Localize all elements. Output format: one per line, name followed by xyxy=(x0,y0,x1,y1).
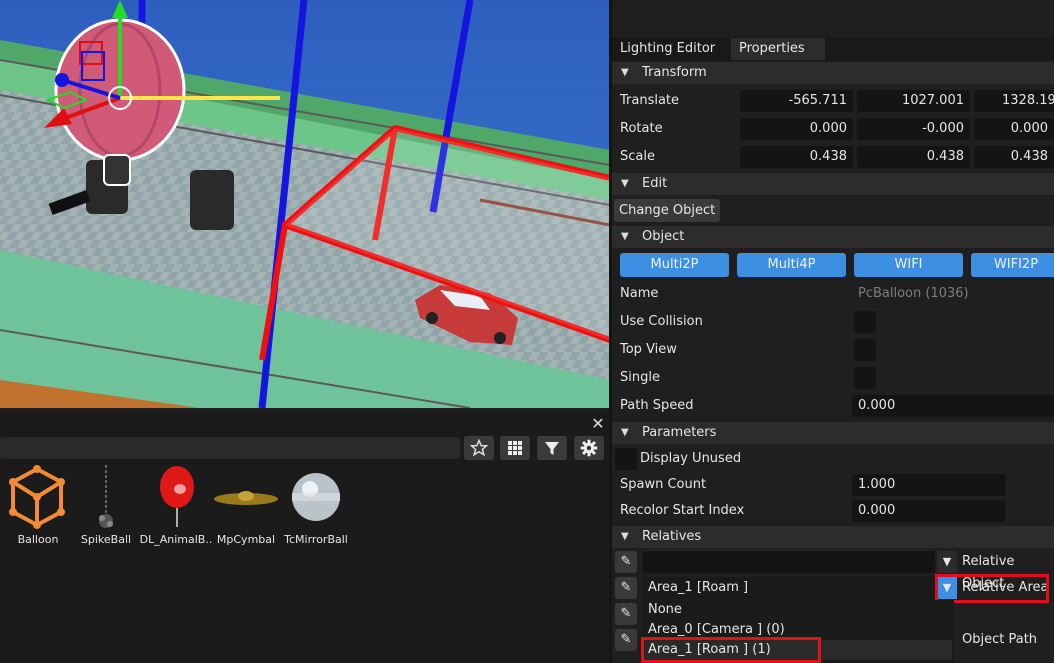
collapse-triangle-icon: ▼ xyxy=(621,427,629,438)
asset-item-cymbal[interactable]: MpCymbal xyxy=(208,465,284,551)
asset-item-spikeball[interactable]: SpikeBall xyxy=(68,465,144,551)
eyedropper-icon[interactable]: ✎ xyxy=(615,551,637,573)
filter-icon xyxy=(545,442,559,455)
scale-z-field[interactable]: 0.438 xyxy=(974,146,1054,168)
highlight-box-relative-area xyxy=(935,574,1049,603)
path-speed-label: Path Speed xyxy=(620,398,694,413)
eyedropper-icon[interactable]: ✎ xyxy=(615,577,637,599)
collapse-triangle-icon: ▼ xyxy=(621,178,629,189)
asset-label: DL_AnimalB.. xyxy=(139,533,213,546)
translate-label: Translate xyxy=(620,93,680,108)
tab-properties[interactable]: Properties xyxy=(731,38,825,60)
collapse-triangle-icon: ▼ xyxy=(621,531,629,542)
single-checkbox[interactable] xyxy=(854,367,876,389)
spawn-count-field[interactable]: 1.000 xyxy=(852,474,1006,496)
relative-object-label: Relative Object xyxy=(962,554,1015,591)
settings-button[interactable] xyxy=(574,436,604,460)
display-unused-checkbox[interactable] xyxy=(615,448,637,470)
asset-item-mirrorball[interactable]: TcMirrorBall xyxy=(278,465,354,551)
use-collision-label: Use Collision xyxy=(620,314,703,329)
red-balloon-icon xyxy=(160,466,194,527)
gear-icon xyxy=(580,439,598,457)
section-parameters[interactable]: ▼ Parameters xyxy=(612,422,1054,444)
asset-label: MpCymbal xyxy=(216,533,276,546)
cube-icon xyxy=(9,465,65,529)
dropdown-option-none[interactable]: None xyxy=(642,600,952,620)
spawn-count-label: Spawn Count xyxy=(620,477,707,492)
asset-search-input[interactable] xyxy=(0,437,460,459)
wifi-button[interactable]: WIFI xyxy=(854,253,963,277)
name-field: PcBalloon (1036) xyxy=(852,283,1054,305)
scale-x-field[interactable]: 0.438 xyxy=(740,146,853,168)
translate-y-field[interactable]: 1027.001 xyxy=(857,90,970,112)
highlight-box-area-1-option xyxy=(641,637,821,663)
rotate-x-field[interactable]: 0.000 xyxy=(740,118,853,140)
spikeball-icon xyxy=(99,465,113,528)
translate-z-field[interactable]: 1328.19 xyxy=(974,90,1054,112)
scene-render xyxy=(0,0,610,408)
close-icon[interactable]: ✕ xyxy=(590,416,606,432)
relative-area-field[interactable]: Area_1 [Roam ] xyxy=(642,577,935,599)
wifi2p-button[interactable]: WIFI2P xyxy=(971,253,1054,277)
star-icon xyxy=(470,439,488,457)
multi4p-button[interactable]: Multi4P xyxy=(737,253,846,277)
change-object-button[interactable]: Change Object xyxy=(614,199,721,222)
grid-icon xyxy=(508,441,522,455)
mirrorball-icon xyxy=(292,473,340,521)
single-label: Single xyxy=(620,370,660,385)
asset-label: SpikeBall xyxy=(80,533,132,546)
relative-object-dropdown-arrow[interactable]: ▼ xyxy=(937,551,957,573)
relative-object-field[interactable] xyxy=(642,551,935,573)
display-unused-label: Display Unused xyxy=(640,451,742,466)
top-view-checkbox[interactable] xyxy=(854,339,876,361)
translate-x-field[interactable]: -565.711 xyxy=(740,90,853,112)
filter-button[interactable] xyxy=(537,436,567,460)
name-label: Name xyxy=(620,286,659,301)
scene-viewport[interactable] xyxy=(0,0,610,408)
tab-lighting-editor[interactable]: Lighting Editor xyxy=(612,38,723,60)
section-transform[interactable]: ▼ Transform xyxy=(612,62,1054,84)
asset-label: TcMirrorBall xyxy=(284,533,348,546)
object-path-label: Object Path xyxy=(962,632,1038,647)
eyedropper-icon[interactable]: ✎ xyxy=(615,603,637,625)
multi2p-button[interactable]: Multi2P xyxy=(620,253,729,277)
collapse-triangle-icon: ▼ xyxy=(621,231,629,242)
collapse-triangle-icon: ▼ xyxy=(621,67,629,78)
section-object[interactable]: ▼ Object xyxy=(612,226,1054,248)
recolor-start-index-field[interactable]: 0.000 xyxy=(852,500,1006,522)
section-relatives[interactable]: ▼ Relatives xyxy=(612,526,1054,548)
eyedropper-icon[interactable]: ✎ xyxy=(615,629,637,651)
rotate-label: Rotate xyxy=(620,121,663,136)
rotate-y-field[interactable]: -0.000 xyxy=(857,118,970,140)
section-edit[interactable]: ▼ Edit xyxy=(612,173,1054,195)
use-collision-checkbox[interactable] xyxy=(854,311,876,333)
properties-panel: Lighting Editor Properties ▼ Transform T… xyxy=(612,0,1054,663)
scale-y-field[interactable]: 0.438 xyxy=(857,146,970,168)
favorites-button[interactable] xyxy=(464,436,494,460)
cymbal-icon xyxy=(214,491,278,505)
grid-view-button[interactable] xyxy=(500,436,530,460)
asset-browser: ✕ Balloon SpikeBall DL_AnimalB.. MpCymba… xyxy=(0,410,610,663)
top-view-label: Top View xyxy=(620,342,677,357)
asset-label: Balloon xyxy=(17,533,59,546)
asset-item-animal-balloon[interactable]: DL_AnimalB.. xyxy=(138,465,214,551)
recolor-start-index-label: Recolor Start Index xyxy=(620,503,745,518)
asset-item-balloon[interactable]: Balloon xyxy=(0,465,76,551)
rotate-z-field[interactable]: 0.000 xyxy=(974,118,1054,140)
scale-label: Scale xyxy=(620,149,655,164)
path-speed-field[interactable]: 0.000 xyxy=(852,395,1054,417)
